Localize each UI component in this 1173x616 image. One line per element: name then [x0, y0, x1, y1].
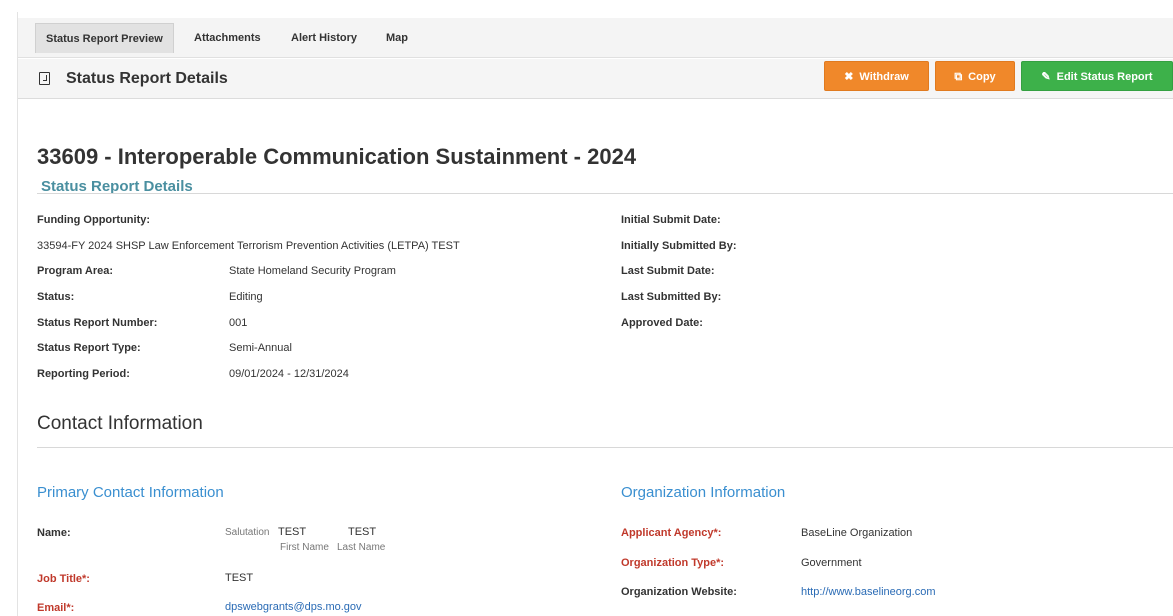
job-title-label: Job Title*:	[37, 573, 90, 585]
funding-opportunity-label: Funding Opportunity:	[37, 214, 151, 226]
name-label: Name:	[37, 527, 71, 539]
withdraw-button[interactable]: ✖ Withdraw	[824, 61, 929, 91]
edit-icon: ✎	[1041, 71, 1051, 83]
status-value: Editing	[229, 291, 263, 303]
email-link[interactable]: dpswebgrants@dps.mo.gov	[225, 601, 362, 613]
tab-attachments[interactable]: Attachments	[184, 23, 271, 53]
status-report-number-label: Status Report Number:	[37, 317, 158, 329]
applicant-agency-label: Applicant Agency*:	[621, 527, 722, 539]
edit-status-report-button[interactable]: ✎ Edit Status Report	[1021, 61, 1173, 91]
salutation-field[interactable]: Salutation	[225, 527, 269, 538]
funding-opportunity-value: 33594-FY 2024 SHSP Law Enforcement Terro…	[37, 240, 460, 252]
last-submitted-by-label: Last Submitted By:	[621, 291, 722, 303]
program-area-value: State Homeland Security Program	[229, 265, 396, 277]
withdraw-label: Withdraw	[859, 71, 909, 83]
reporting-period-value: 09/01/2024 - 12/31/2024	[229, 368, 349, 380]
email-value[interactable]: dpswebgrants@dps.mo.gov	[225, 601, 362, 613]
last-submit-date-label: Last Submit Date:	[621, 265, 715, 277]
email-label: Email*:	[37, 602, 75, 614]
organization-heading: Organization Information	[621, 484, 786, 501]
page-frame: Status Report Preview Attachments Alert …	[17, 12, 1173, 616]
first-name-caption: First Name	[280, 542, 329, 553]
close-icon: ✖	[844, 71, 854, 83]
status-report-type-value: Semi-Annual	[229, 342, 292, 354]
contact-information-heading: Contact Information	[37, 413, 203, 434]
organization-website-label: Organization Website:	[621, 586, 737, 598]
organization-type-value: Government	[801, 557, 862, 569]
job-title-value: TEST	[225, 572, 254, 584]
header-title: Status Report Details	[66, 70, 228, 87]
approved-date-label: Approved Date:	[621, 317, 703, 329]
copy-button[interactable]: ⧉ Copy	[935, 61, 1015, 91]
tab-map[interactable]: Map	[376, 23, 418, 53]
edit-label: Edit Status Report	[1056, 71, 1153, 83]
tab-status-report-preview[interactable]: Status Report Preview	[35, 23, 174, 53]
copy-label: Copy	[968, 71, 996, 83]
status-label: Status:	[37, 291, 75, 303]
reporting-period-label: Reporting Period:	[37, 368, 130, 380]
last-name-value: TEST	[348, 526, 377, 538]
divider	[37, 447, 1173, 448]
tab-bar: Status Report Preview Attachments Alert …	[18, 18, 1173, 58]
organization-type-label: Organization Type*:	[621, 557, 725, 569]
divider	[37, 193, 1173, 194]
last-name-caption: Last Name	[337, 542, 386, 553]
organization-website-value[interactable]: http://www.baselineorg.com	[801, 586, 936, 598]
program-area-label: Program Area:	[37, 265, 114, 277]
primary-contact-heading: Primary Contact Information	[37, 484, 224, 501]
initially-submitted-by-label: Initially Submitted By:	[621, 240, 737, 252]
applicant-agency-value: BaseLine Organization	[801, 527, 913, 539]
report-title: 33609 - Interoperable Communication Sust…	[37, 144, 637, 169]
website-link[interactable]: http://www.baselineorg.com	[801, 586, 936, 598]
first-name-value: TEST	[278, 526, 307, 538]
initial-submit-date-label: Initial Submit Date:	[621, 214, 721, 226]
status-report-type-label: Status Report Type:	[37, 342, 141, 354]
status-report-number-value: 001	[229, 317, 248, 329]
tab-alert-history[interactable]: Alert History	[281, 23, 367, 53]
copy-icon: ⧉	[954, 71, 963, 83]
document-icon	[39, 72, 50, 85]
